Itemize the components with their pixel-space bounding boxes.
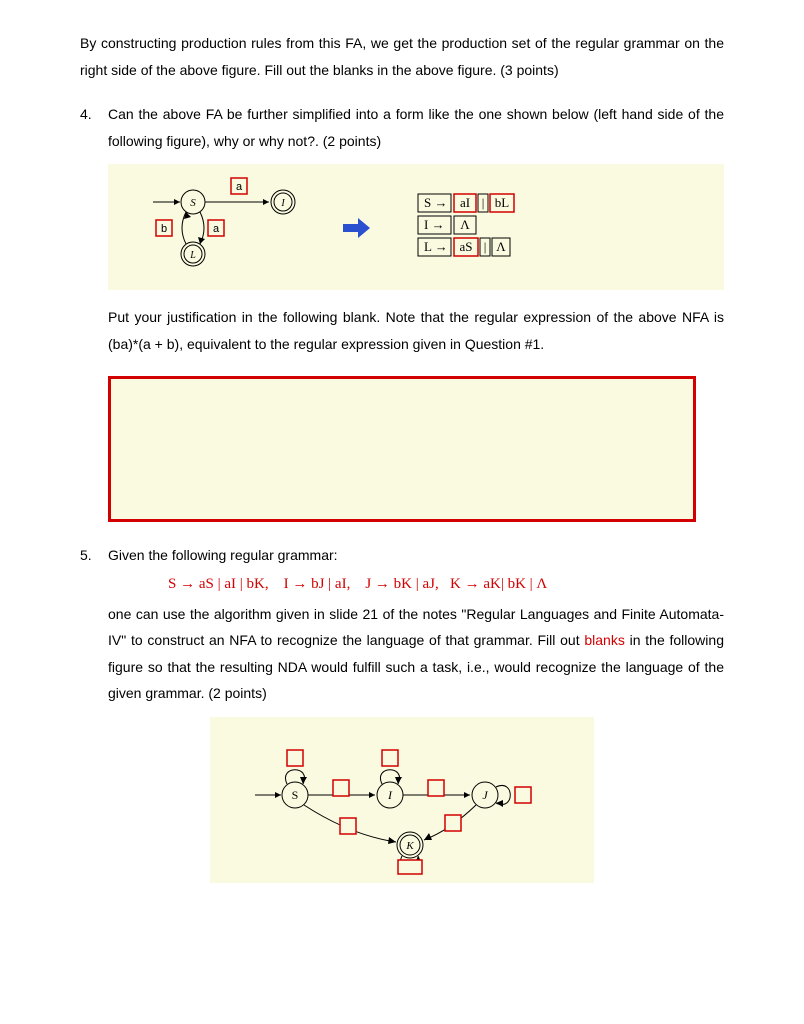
q5-blank-JK[interactable] (445, 815, 461, 831)
q5-blank-SK[interactable] (340, 818, 356, 834)
q5-blanks-word: blanks (584, 632, 624, 648)
rule1-left: S → (424, 195, 447, 210)
intro-paragraph: By constructing production rules from th… (80, 30, 724, 83)
rule1-box1[interactable]: aI (460, 195, 470, 210)
rule2-box1: Λ (460, 217, 470, 232)
q5-blank-I-loop[interactable] (382, 750, 398, 766)
rule3-box1[interactable]: aS (460, 239, 473, 254)
q5-body3: to recognize the language of that gramma… (261, 632, 585, 648)
justification-blank[interactable] (108, 376, 696, 522)
q5-state-K: K (405, 840, 414, 852)
q4-text: Can the above FA be further simplified i… (108, 101, 724, 154)
rule3-box2: Λ (496, 239, 506, 254)
q5-figure: S I J (210, 717, 594, 883)
q5-number: 5. (80, 542, 108, 707)
q5-blank-SI[interactable] (333, 780, 349, 796)
q5-blank-S-loop[interactable] (287, 750, 303, 766)
rule3-sep: | (484, 239, 487, 254)
rule1-box2[interactable]: bL (495, 195, 510, 210)
q5-blank-K-loop[interactable] (398, 860, 422, 874)
state-I: I (280, 198, 285, 209)
label-b[interactable]: b (161, 223, 167, 235)
q5-rules: S → aS | aI | bK, I → bJ | aI, J → bK | … (168, 570, 724, 599)
rule3-left: L → (424, 239, 448, 254)
q4-number: 4. (80, 101, 108, 154)
state-S: S (190, 197, 196, 209)
rule2-left: I → (424, 217, 445, 232)
q5-blank-IJ[interactable] (428, 780, 444, 796)
rule1-sep: | (482, 195, 485, 210)
q4-note: Put your justification in the following … (108, 304, 724, 357)
label-a-top[interactable]: a (236, 181, 243, 193)
label-a-mid[interactable]: a (213, 223, 220, 235)
q5-blank-J-loop[interactable] (515, 787, 531, 803)
q5-state-S: S (292, 788, 299, 802)
state-L: L (189, 250, 196, 261)
q5-body1: one can use (108, 606, 190, 622)
q4-figure: S I a L b (108, 164, 724, 290)
q5-state-J: J (482, 788, 488, 802)
q5-lead: Given the following regular grammar: (108, 547, 338, 563)
